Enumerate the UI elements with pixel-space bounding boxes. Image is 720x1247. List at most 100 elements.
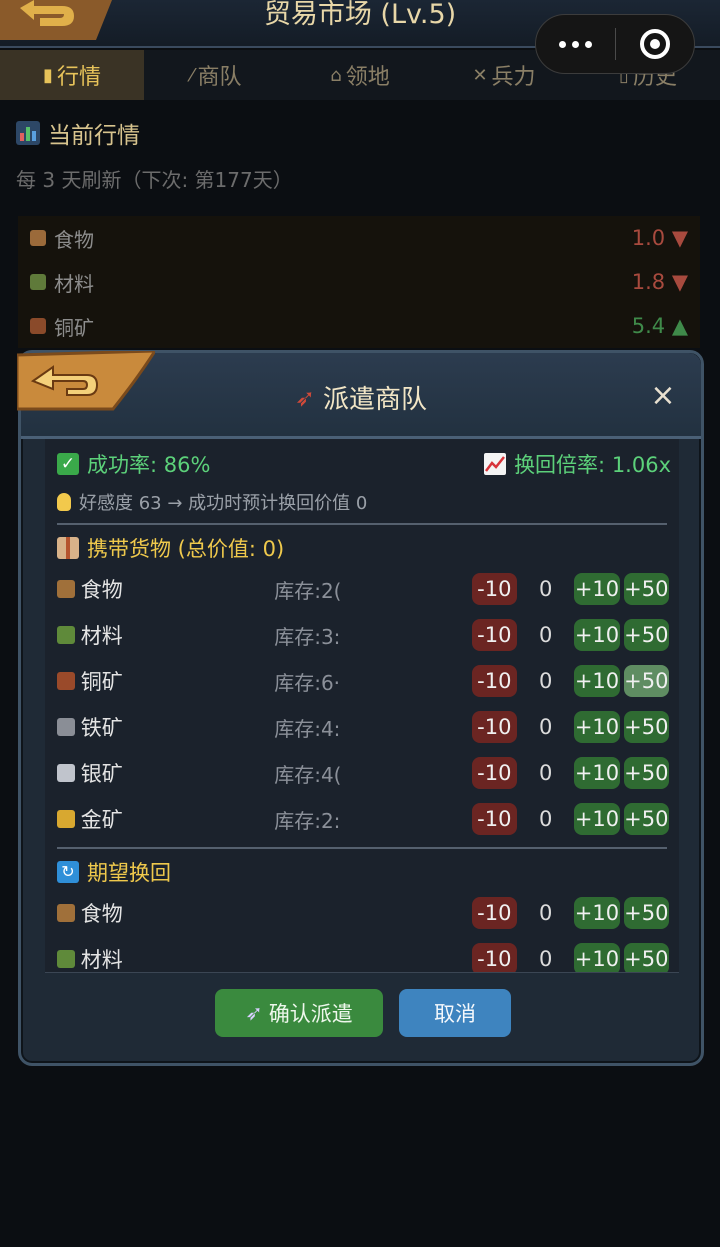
expect-item-row: 食物 -10 0 +10 +50 bbox=[57, 893, 670, 933]
carry-item-row: 银矿 库存:4( -10 0 +10 +50 bbox=[57, 753, 670, 793]
expect-item-row: 材料 -10 0 +10 +50 bbox=[57, 939, 670, 972]
plus-50-button[interactable]: +50 bbox=[623, 803, 670, 835]
minus-10-button[interactable]: -10 bbox=[471, 757, 518, 789]
carry-goods-title-text: 携带货物 (总价值: 0) bbox=[87, 537, 285, 561]
plus-10-button[interactable]: +10 bbox=[574, 711, 620, 743]
gold-ore-icon bbox=[57, 810, 75, 828]
close-program-icon[interactable] bbox=[616, 14, 695, 74]
list-item: 材料 1.8 ▼ bbox=[18, 260, 700, 304]
stock-label: 库存:3: bbox=[274, 624, 341, 649]
bar-chart-icon bbox=[16, 121, 40, 145]
confirm-label: 确认派遣 bbox=[268, 1002, 353, 1026]
carry-item-row: 铁矿 库存:4: -10 0 +10 +50 bbox=[57, 707, 670, 747]
stock-label: 库存:2( bbox=[274, 578, 342, 603]
stats-row: ✓ 成功率: 86% 换回倍率: 1.06x bbox=[57, 449, 671, 479]
success-rate: 成功率: 86% bbox=[87, 453, 211, 477]
minus-10-button[interactable]: -10 bbox=[471, 665, 518, 697]
dialog-footer: ➶ 确认派遣 取消 bbox=[21, 989, 701, 1043]
plus-50-button[interactable]: +50 bbox=[623, 665, 670, 697]
plus-10-button[interactable]: +10 bbox=[574, 573, 620, 605]
divider bbox=[57, 523, 667, 525]
copper-ore-icon bbox=[30, 318, 46, 334]
plus-50-button[interactable]: +50 bbox=[623, 757, 670, 789]
rocket-icon: ➶ bbox=[294, 383, 316, 412]
food-icon bbox=[57, 580, 75, 598]
confirm-dispatch-button[interactable]: ➶ 确认派遣 bbox=[215, 989, 383, 1037]
carry-item-row: 材料 库存:3: -10 0 +10 +50 bbox=[57, 615, 670, 655]
plus-50-button[interactable]: +50 bbox=[623, 573, 670, 605]
expect-return-title-text: 期望换回 bbox=[87, 861, 171, 885]
minus-10-button[interactable]: -10 bbox=[471, 803, 518, 835]
lightbulb-icon bbox=[57, 493, 71, 511]
market-list: 食物 1.0 ▼ 材料 1.8 ▼ 铜矿 5.4 ▲ bbox=[18, 216, 700, 348]
close-icon[interactable]: × bbox=[647, 381, 679, 413]
carry-item-row: 食物 库存:2( -10 0 +10 +50 bbox=[57, 569, 670, 609]
screen: 贸易市场 (Lv.5) ▮ 行情 ⁄ 商队 ⌂ 领地 ✕ 兵力 ▯ 历史 当前行… bbox=[0, 0, 720, 1247]
rocket-icon: ➶ bbox=[245, 1001, 263, 1025]
item-name: 食物 bbox=[54, 227, 94, 252]
item-name: 金矿 bbox=[80, 808, 123, 832]
plus-10-button[interactable]: +10 bbox=[574, 619, 620, 651]
quantity-value: 0 bbox=[538, 669, 553, 693]
plus-10-button[interactable]: +10 bbox=[574, 757, 620, 789]
caravan-icon: ⁄ bbox=[190, 64, 194, 86]
item-name: 铜矿 bbox=[80, 670, 123, 694]
item-name: 食物 bbox=[80, 578, 123, 602]
quantity-value: 0 bbox=[538, 577, 553, 601]
item-name: 银矿 bbox=[80, 762, 123, 786]
exchange-rate: 换回倍率: 1.06x bbox=[484, 449, 671, 479]
item-name: 材料 bbox=[54, 271, 94, 296]
dialog-title-text: 派遣商队 bbox=[323, 385, 428, 415]
plus-10-button[interactable]: +10 bbox=[574, 665, 620, 697]
food-icon bbox=[57, 904, 75, 922]
list-item: 铜矿 5.4 ▲ bbox=[18, 304, 700, 348]
plus-50-button[interactable]: +50 bbox=[623, 619, 670, 651]
refresh-icon: ↻ bbox=[57, 861, 79, 883]
minus-10-button[interactable]: -10 bbox=[471, 619, 518, 651]
iron-ore-icon bbox=[57, 718, 75, 736]
plus-10-button[interactable]: +10 bbox=[574, 943, 620, 972]
favor-hint: 好感度 63 → 成功时预计换回价值 0 bbox=[57, 489, 367, 515]
item-name: 食物 bbox=[80, 902, 123, 926]
quantity-value: 0 bbox=[538, 623, 553, 647]
bar-chart-icon: ▮ bbox=[43, 64, 53, 86]
silver-ore-icon bbox=[57, 764, 75, 782]
trend-chart-icon bbox=[484, 453, 507, 475]
quantity-value: 0 bbox=[538, 807, 553, 831]
materials-icon bbox=[57, 626, 75, 644]
dialog-body[interactable]: ✓ 成功率: 86% 换回倍率: 1.06x 好感度 63 → 成功时预计换回价… bbox=[45, 439, 679, 973]
tab-market[interactable]: ▮ 行情 bbox=[0, 50, 144, 100]
minus-10-button[interactable]: -10 bbox=[471, 573, 518, 605]
minus-10-button[interactable]: -10 bbox=[471, 943, 518, 972]
quantity-value: 0 bbox=[538, 761, 553, 785]
crossed-swords-icon: ✕ bbox=[472, 64, 488, 86]
plus-50-button[interactable]: +50 bbox=[623, 943, 670, 972]
price-value: 1.8 ▼ bbox=[631, 270, 688, 294]
package-icon bbox=[57, 537, 79, 559]
price-value: 5.4 ▲ bbox=[631, 314, 688, 338]
section-title-text: 当前行情 bbox=[48, 123, 140, 149]
price-value: 1.0 ▼ bbox=[631, 226, 688, 250]
territory-icon: ⌂ bbox=[330, 64, 342, 86]
mini-program-capsule bbox=[535, 14, 695, 74]
cancel-button[interactable]: 取消 bbox=[399, 989, 511, 1037]
tab-caravan[interactable]: ⁄ 商队 bbox=[144, 50, 288, 100]
refresh-info: 每 3 天刷新（下次: 第177天） bbox=[16, 168, 293, 192]
minus-10-button[interactable]: -10 bbox=[471, 897, 518, 929]
stock-label: 库存:2: bbox=[274, 808, 341, 833]
plus-50-button[interactable]: +50 bbox=[623, 897, 670, 929]
plus-10-button[interactable]: +10 bbox=[574, 803, 620, 835]
plus-50-button[interactable]: +50 bbox=[623, 711, 670, 743]
carry-item-row: 铜矿 库存:6· -10 0 +10 +50 bbox=[57, 661, 670, 701]
more-menu-icon[interactable] bbox=[536, 14, 615, 74]
exchange-rate-text: 换回倍率: 1.06x bbox=[514, 453, 671, 477]
minus-10-button[interactable]: -10 bbox=[471, 711, 518, 743]
materials-icon bbox=[30, 274, 46, 290]
expect-return-title: ↻ 期望换回 bbox=[57, 857, 171, 887]
check-icon: ✓ bbox=[57, 453, 79, 475]
tab-label: 商队 bbox=[197, 65, 242, 90]
quantity-value: 0 bbox=[538, 947, 553, 971]
plus-10-button[interactable]: +10 bbox=[574, 897, 620, 929]
tab-territory[interactable]: ⌂ 领地 bbox=[288, 50, 432, 100]
food-icon bbox=[30, 230, 46, 246]
